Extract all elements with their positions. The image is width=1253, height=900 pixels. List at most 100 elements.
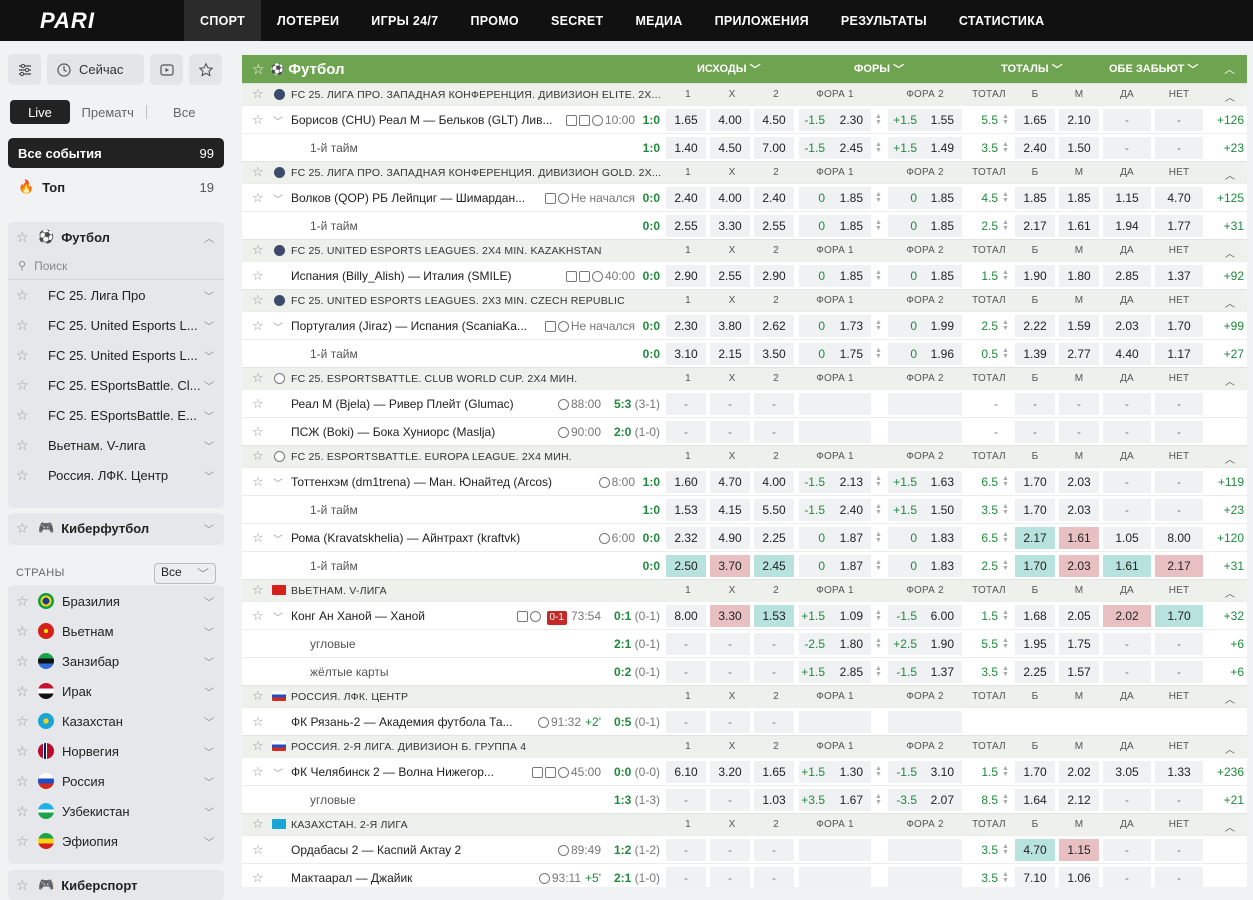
nav-item-7[interactable]: РЕЗУЛЬТАТЫ: [825, 0, 943, 41]
odds-cell[interactable]: 1.17: [1155, 343, 1203, 365]
timer-icon[interactable]: [529, 611, 541, 622]
star-icon[interactable]: ☆: [252, 530, 264, 546]
chevron-down-icon[interactable]: ﹀: [273, 531, 283, 546]
nav-item-4[interactable]: SECRET: [535, 0, 620, 41]
more-markets-link[interactable]: +31: [1204, 219, 1244, 233]
event-row[interactable]: ☆ Реал М (Bjela) — Ривер Плейт (Glumac) 5:…: [242, 389, 1247, 417]
odds-cell[interactable]: -: [666, 393, 706, 415]
chevron-down-icon[interactable]: ﹀: [273, 609, 283, 624]
chevron-down-icon[interactable]: ﹀: [204, 774, 214, 789]
chevron-down-icon[interactable]: ﹀: [204, 378, 214, 393]
event-subrow[interactable]: жёлтые карты 0:2 (0-1) - - -2.85 +1.5 ▲ ▼ 1.37-…: [242, 657, 1247, 685]
odds-cell[interactable]: 1.90: [1015, 265, 1055, 287]
star-icon[interactable]: ☆: [16, 377, 32, 394]
stats-icon[interactable]: [578, 115, 590, 126]
totals-dropdown[interactable]: ТОТАЛЫ ﹀: [1001, 55, 1063, 83]
odds-cell[interactable]: 1.75: [1059, 633, 1099, 655]
odds-cell[interactable]: 2.17: [1015, 527, 1055, 549]
event-row[interactable]: ☆ ﹀ Португалия (Jiraz) — Испания (ScaniaKa…: [242, 311, 1247, 339]
event-row[interactable]: ☆ ﹀ Борисов (CHU) Реал М — Бельков (GLT) Л…: [242, 105, 1247, 133]
star-icon[interactable]: ☆: [252, 714, 264, 730]
odds-cell[interactable]: 1.77: [1155, 215, 1203, 237]
countries-filter-select[interactable]: Все ﹀: [154, 562, 216, 584]
odds-cell[interactable]: 8.00: [1155, 527, 1203, 549]
chevron-down-icon[interactable]: ﹀: [204, 594, 214, 609]
odds-cell[interactable]: 5.50: [754, 499, 794, 521]
chevron-down-icon[interactable]: ﹀: [204, 348, 214, 363]
star-icon[interactable]: ☆: [16, 287, 32, 304]
odds-cell[interactable]: -: [1155, 421, 1203, 443]
star-icon[interactable]: ☆: [16, 653, 32, 670]
nav-item-1[interactable]: ЛОТЕРЕИ: [261, 0, 355, 41]
star-icon[interactable]: ☆: [16, 803, 32, 820]
league-name[interactable]: FC 25. UNITED ESPORTS LEAGUES. 2X4 MIN. …: [291, 245, 602, 257]
odds-cell[interactable]: 2.17: [1155, 555, 1203, 577]
odds-cell[interactable]: 2.05: [1059, 605, 1099, 627]
more-markets-link[interactable]: +23: [1204, 503, 1244, 517]
odds-cell[interactable]: 1.53: [666, 499, 706, 521]
odds-cell[interactable]: -: [1155, 789, 1203, 811]
odds-cell[interactable]: -: [754, 421, 794, 443]
odds-cell[interactable]: -: [1015, 421, 1055, 443]
odds-cell[interactable]: -: [1103, 109, 1151, 131]
event-name[interactable]: ПСЖ (Boki) — Бока Хуниорс (Maslja): [291, 425, 495, 439]
odds-cell[interactable]: 2.32: [666, 527, 706, 549]
timer-icon[interactable]: [557, 321, 569, 332]
star-icon[interactable]: ☆: [252, 842, 264, 858]
odds-cell[interactable]: -: [666, 839, 706, 861]
top-item[interactable]: 🔥 Топ 19: [8, 172, 224, 202]
star-icon[interactable]: ☆: [252, 424, 264, 440]
chevron-up-icon[interactable]: ︿: [1222, 585, 1238, 600]
odds-cell[interactable]: 2.25: [1015, 661, 1055, 683]
chevron-down-icon[interactable]: ﹀: [204, 468, 214, 483]
handicaps-dropdown[interactable]: ФОРЫ ﹀: [854, 55, 904, 83]
star-icon[interactable]: ☆: [252, 738, 264, 754]
odds-cell[interactable]: 2.77: [1059, 343, 1099, 365]
odds-cell[interactable]: 2.30: [666, 315, 706, 337]
odds-cell[interactable]: 2.55: [666, 215, 706, 237]
odds-cell[interactable]: -: [710, 661, 750, 683]
more-markets-link[interactable]: +119: [1204, 475, 1244, 489]
odds-cell[interactable]: 4.70: [1155, 187, 1203, 209]
country-item[interactable]: ☆ Норвегия ﹀: [8, 736, 224, 766]
timer-icon[interactable]: [557, 193, 569, 204]
chevron-up-icon[interactable]: ︿: [1222, 89, 1238, 104]
video-icon[interactable]: [544, 193, 556, 204]
more-markets-link[interactable]: +27: [1204, 347, 1244, 361]
chevron-down-icon[interactable]: ﹀: [204, 521, 214, 536]
star-icon[interactable]: ☆: [16, 437, 32, 454]
event-row[interactable]: ☆ ﹀ Рома (Kravatskhelia) — Айнтрахт (kraft…: [242, 523, 1247, 551]
odds-cell[interactable]: -: [710, 867, 750, 889]
timer-icon[interactable]: [557, 845, 569, 856]
odds-cell[interactable]: 4.00: [754, 471, 794, 493]
more-markets-link[interactable]: +23: [1204, 141, 1244, 155]
league-name[interactable]: ВЬЕТНАМ. V-ЛИГА: [291, 585, 387, 597]
star-icon[interactable]: ☆: [16, 743, 32, 760]
odds-cell[interactable]: -: [1103, 867, 1151, 889]
odds-cell[interactable]: 1.65: [1015, 109, 1055, 131]
odds-cell[interactable]: 1.53: [754, 605, 794, 627]
star-icon[interactable]: ☆: [252, 268, 264, 284]
chevron-down-icon[interactable]: ﹀: [204, 834, 214, 849]
timer-icon[interactable]: [591, 115, 603, 126]
odds-cell[interactable]: 3.70: [710, 555, 750, 577]
odds-cell[interactable]: 1.94: [1103, 215, 1151, 237]
event-name[interactable]: ФК Рязань-2 — Академия футбола Та...: [291, 715, 513, 729]
video-icon[interactable]: [516, 611, 528, 622]
odds-cell[interactable]: 2.03: [1103, 315, 1151, 337]
more-markets-link[interactable]: +125: [1204, 191, 1244, 205]
odds-cell[interactable]: 3.30: [710, 605, 750, 627]
odds-cell[interactable]: -: [710, 633, 750, 655]
odds-cell[interactable]: -: [710, 789, 750, 811]
odds-cell[interactable]: 1.60: [666, 471, 706, 493]
odds-cell[interactable]: 2.02: [1103, 605, 1151, 627]
odds-cell[interactable]: -: [1155, 633, 1203, 655]
timer-icon[interactable]: [557, 427, 569, 438]
star-icon[interactable]: ☆: [252, 318, 264, 334]
odds-cell[interactable]: 2.15: [710, 343, 750, 365]
odds-cell[interactable]: 4.40: [1103, 343, 1151, 365]
event-row[interactable]: ☆ Испания (Billy_Alish) — Италия (SMILE) 0…: [242, 261, 1247, 289]
odds-cell[interactable]: 2.55: [754, 215, 794, 237]
odds-cell[interactable]: 1.70: [1015, 555, 1055, 577]
chevron-down-icon[interactable]: ﹀: [273, 113, 283, 128]
